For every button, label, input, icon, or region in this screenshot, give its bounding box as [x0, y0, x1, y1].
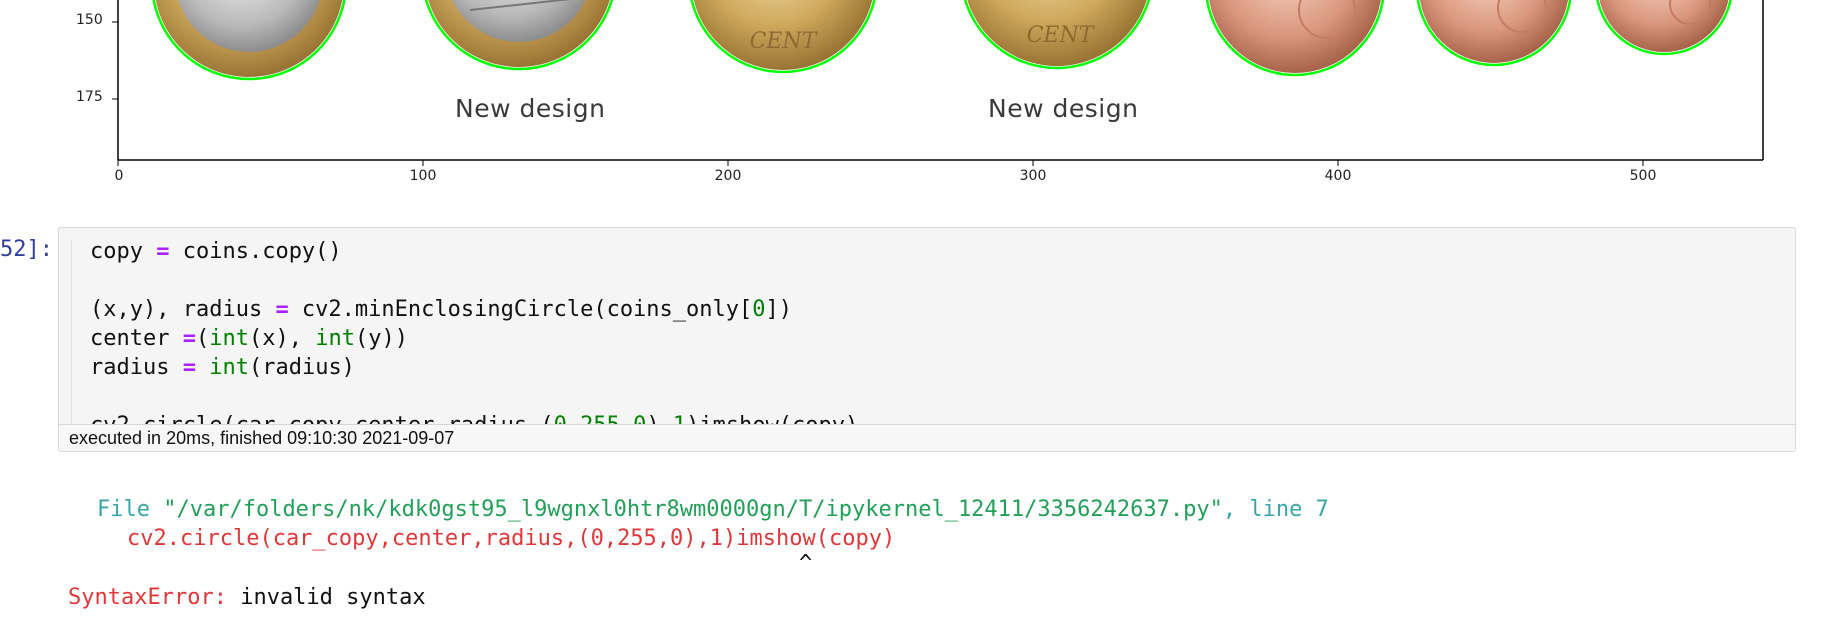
coin-one-euro	[152, 0, 346, 81]
output-image-plot: CENT CENT 150 175 0 100 200 300 400 500 …	[0, 0, 1831, 200]
coin-twenty-cent: CENT	[690, 0, 876, 74]
traceback-line-number: , line 7	[1222, 497, 1329, 522]
svg-text:CENT: CENT	[750, 29, 819, 54]
traceback-file-keyword: File	[97, 497, 150, 522]
coin-twenty-cent-new-design: CENT	[963, 0, 1151, 70]
coin-one-cent	[1596, 0, 1732, 56]
cell-gutter	[71, 240, 72, 425]
execution-time-status: executed in 20ms, finished 09:10:30 2021…	[59, 424, 1795, 451]
error-type: SyntaxError:	[68, 585, 227, 610]
x-tick-label: 0	[114, 168, 124, 184]
error-message: invalid syntax	[240, 585, 426, 610]
code-line: (x,y), radius = cv2.minEnclosingCircle(c…	[90, 297, 793, 322]
code-line: radius = int(radius)	[90, 355, 355, 380]
coin-five-cent	[1205, 0, 1385, 77]
code-line: center =(int(x), int(y))	[90, 326, 408, 351]
x-tick-label: 300	[1019, 168, 1047, 184]
y-tick-label: 175	[76, 89, 103, 105]
traceback-file-line: File "/var/folders/nk/kdk0gst95_l9wgnxl0…	[97, 497, 1329, 522]
error-line: SyntaxError: invalid syntax	[68, 585, 426, 610]
code-cell[interactable]: copy = coins.copy() (x,y), radius = cv2.…	[58, 227, 1796, 452]
x-tick-label: 400	[1324, 168, 1352, 184]
traceback-caret: ^	[799, 551, 813, 576]
y-tick-label: 150	[76, 12, 103, 28]
coin-two-cent	[1416, 0, 1572, 67]
x-tick-label: 100	[409, 168, 437, 184]
coin-caption: New design	[455, 94, 606, 123]
coins-image: CENT CENT	[112, 0, 1764, 166]
svg-text:CENT: CENT	[1027, 23, 1096, 48]
traceback-code-line: cv2.circle(car_copy,center,radius,(0,255…	[127, 526, 896, 551]
traceback-file-path: "/var/folders/nk/kdk0gst95_l9wgnxl0htr8w…	[163, 497, 1223, 522]
code-line: copy = coins.copy()	[90, 239, 342, 264]
x-tick-label: 200	[714, 168, 742, 184]
x-tick-label: 500	[1629, 168, 1657, 184]
code-editor[interactable]: copy = coins.copy() (x,y), radius = cv2.…	[90, 237, 858, 440]
coin-one-euro-new-design	[424, 0, 614, 71]
cell-execution-prompt: 52]:	[0, 237, 53, 262]
coin-caption: New design	[988, 94, 1139, 123]
